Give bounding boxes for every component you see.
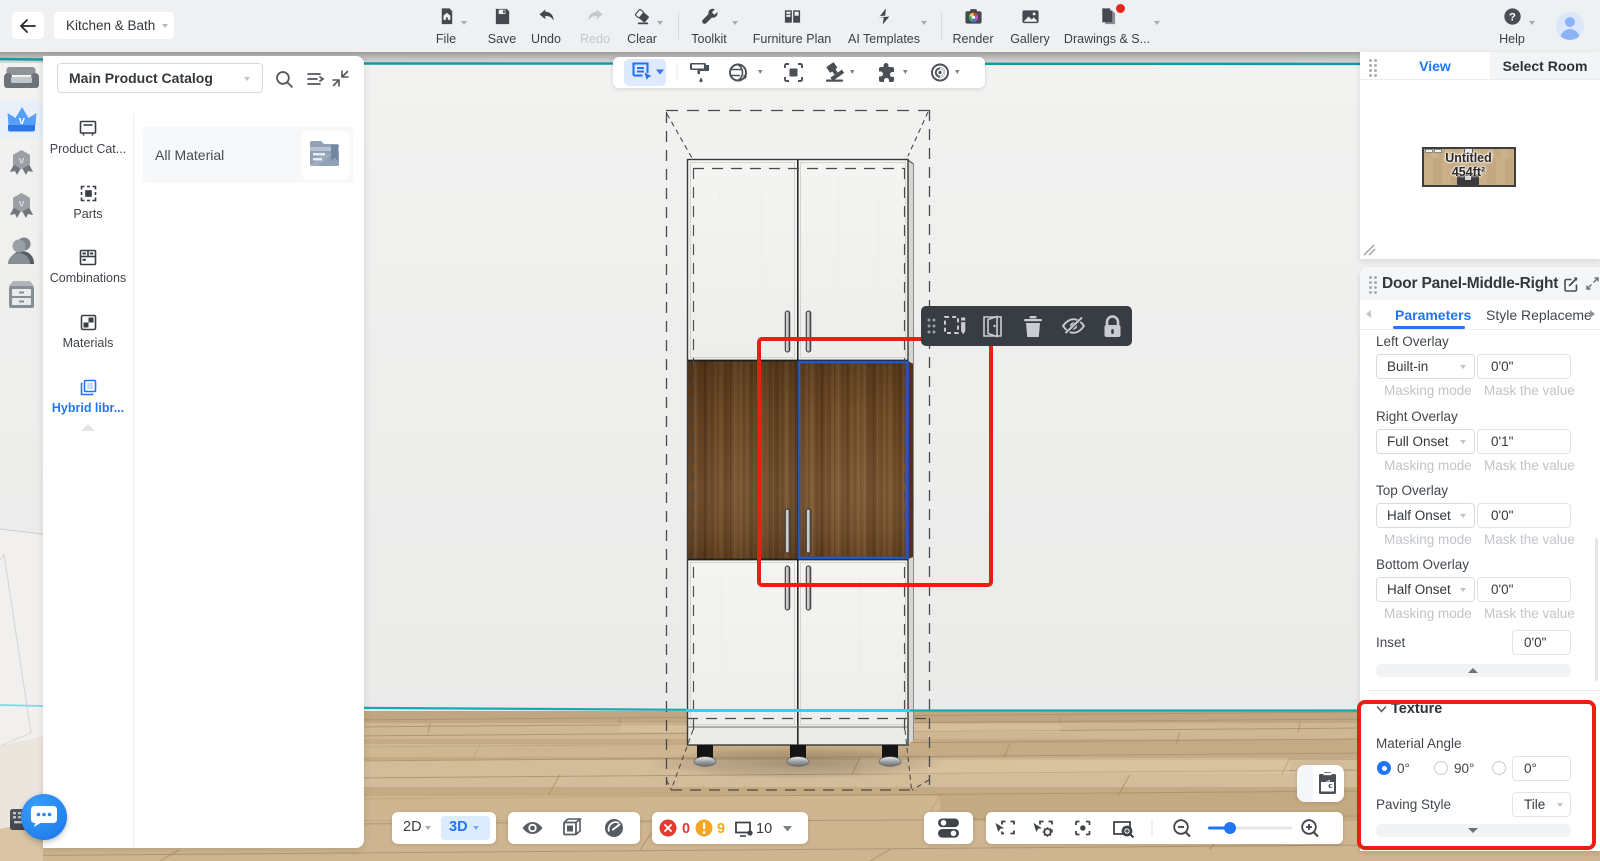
- svg-text:9: 9: [717, 821, 725, 837]
- svg-text:v: v: [19, 156, 25, 167]
- svg-text:?: ?: [1509, 11, 1516, 23]
- svg-text:v: v: [19, 199, 25, 210]
- svg-text:10: 10: [756, 821, 772, 837]
- svg-text:v: v: [19, 115, 26, 127]
- svg-text:0: 0: [682, 821, 690, 837]
